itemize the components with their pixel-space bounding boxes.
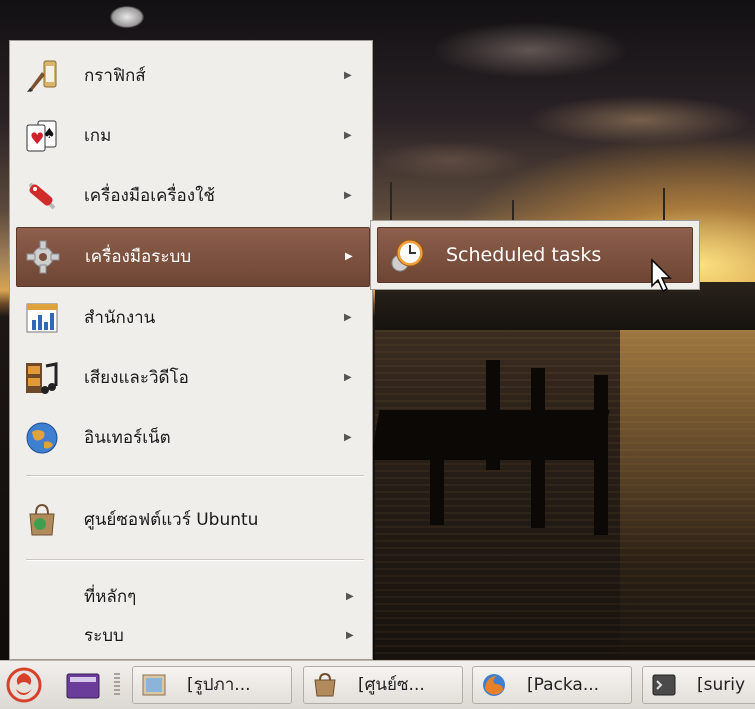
scheduled-tasks-icon xyxy=(388,237,426,275)
firefox-icon xyxy=(481,672,507,698)
submenu-arrow-icon: ▶ xyxy=(346,630,354,641)
taskbar-button[interactable]: [ศูนย์ซ... xyxy=(303,666,463,704)
submenu-arrow-icon: ▶ xyxy=(345,251,353,262)
wallpaper-pier-post xyxy=(486,360,500,470)
menu-item-label: เครื่องมือระบบ xyxy=(85,247,192,267)
accessories-icon xyxy=(24,178,60,214)
taskbar-button-label: [รูปภา... xyxy=(187,675,251,695)
menu-item-label: ที่หลักๆ xyxy=(84,587,137,607)
taskbar-button[interactable]: [Packa... xyxy=(472,666,632,704)
svg-text:♥: ♥ xyxy=(30,129,44,148)
wallpaper-pier-post xyxy=(594,375,608,535)
menu-item-sound-video[interactable]: เสียงและวิดีโอ ▶ xyxy=(16,351,370,405)
submenu-arrow-icon: ▶ xyxy=(344,312,352,323)
terminal-icon xyxy=(651,672,677,698)
software-center-icon xyxy=(312,672,338,698)
wallpaper-pier-post xyxy=(430,455,444,525)
software-center-icon xyxy=(24,502,60,538)
taskbar-button[interactable]: [suriy xyxy=(642,666,755,704)
menu-item-label: สำนักงาน xyxy=(84,308,156,328)
submenu-arrow-icon: ▶ xyxy=(344,372,352,383)
menu-item-scheduled-tasks[interactable]: Scheduled tasks xyxy=(377,227,693,283)
menu-item-places[interactable]: ที่หลักๆ ▶ xyxy=(84,582,374,612)
applications-menu: กราฟิกส์ ▶ ♠ ♥ เกม ▶ เครื่องมือเครื่องใช… xyxy=(9,40,373,660)
sound-video-icon xyxy=(24,360,60,396)
menu-item-label: ระบบ xyxy=(84,626,124,646)
menu-item-label: Scheduled tasks xyxy=(446,244,602,266)
menu-item-internet[interactable]: อินเทอร์เน็ต ▶ xyxy=(16,411,370,465)
desktop-icon[interactable] xyxy=(110,6,144,28)
menu-separator xyxy=(26,559,364,561)
menu-item-office[interactable]: สำนักงาน ▶ xyxy=(16,291,370,345)
menu-item-graphics[interactable]: กราฟิกส์ ▶ xyxy=(16,49,370,103)
taskbar-button-label: [ศูนย์ซ... xyxy=(358,675,425,695)
menu-item-accessories[interactable]: เครื่องมือเครื่องใช้ ▶ xyxy=(16,169,370,223)
menu-item-games[interactable]: ♠ ♥ เกม ▶ xyxy=(16,109,370,163)
panel-drag-handle[interactable] xyxy=(114,673,120,697)
image-viewer-icon xyxy=(141,672,167,698)
menu-item-software-center[interactable]: ศูนย์ซอฟต์แวร์ Ubuntu xyxy=(16,493,370,547)
office-icon xyxy=(24,300,60,336)
submenu-arrow-icon: ▶ xyxy=(346,591,354,602)
main-menu-logo-icon[interactable] xyxy=(6,667,42,703)
submenu-arrow-icon: ▶ xyxy=(344,70,352,81)
system-tools-icon xyxy=(25,239,61,275)
menu-item-label: อินเทอร์เน็ต xyxy=(84,428,171,448)
menu-item-system-tools[interactable]: เครื่องมือระบบ ▶ xyxy=(16,227,370,287)
games-icon: ♠ ♥ xyxy=(24,118,60,154)
graphics-icon xyxy=(24,58,60,94)
mouse-cursor-icon xyxy=(650,258,674,294)
menu-item-label: เครื่องมือเครื่องใช้ xyxy=(84,186,215,206)
wallpaper-pier-post xyxy=(531,368,545,528)
submenu-arrow-icon: ▶ xyxy=(344,130,352,141)
taskbar-button-label: [suriy xyxy=(697,675,746,695)
menu-item-label: เกม xyxy=(84,126,112,146)
menu-separator xyxy=(26,475,364,477)
wallpaper-clouds xyxy=(380,10,755,200)
wallpaper-sun-reflection xyxy=(620,330,755,660)
taskbar-button-label: [Packa... xyxy=(527,675,600,695)
menu-item-label: ศูนย์ซอฟต์แวร์ Ubuntu xyxy=(84,510,259,530)
submenu-arrow-icon: ▶ xyxy=(344,432,352,443)
menu-item-label: เสียงและวิดีโอ xyxy=(84,368,189,388)
show-desktop-icon[interactable] xyxy=(66,673,100,699)
menu-item-label: กราฟิกส์ xyxy=(84,66,146,86)
taskbar-button[interactable]: [รูปภา... xyxy=(132,666,292,704)
bottom-panel: [รูปภา... [ศูนย์ซ... [Packa... [suriy xyxy=(0,660,755,709)
menu-item-system[interactable]: ระบบ ▶ xyxy=(84,621,374,651)
internet-icon xyxy=(24,420,60,456)
submenu-arrow-icon: ▶ xyxy=(344,190,352,201)
